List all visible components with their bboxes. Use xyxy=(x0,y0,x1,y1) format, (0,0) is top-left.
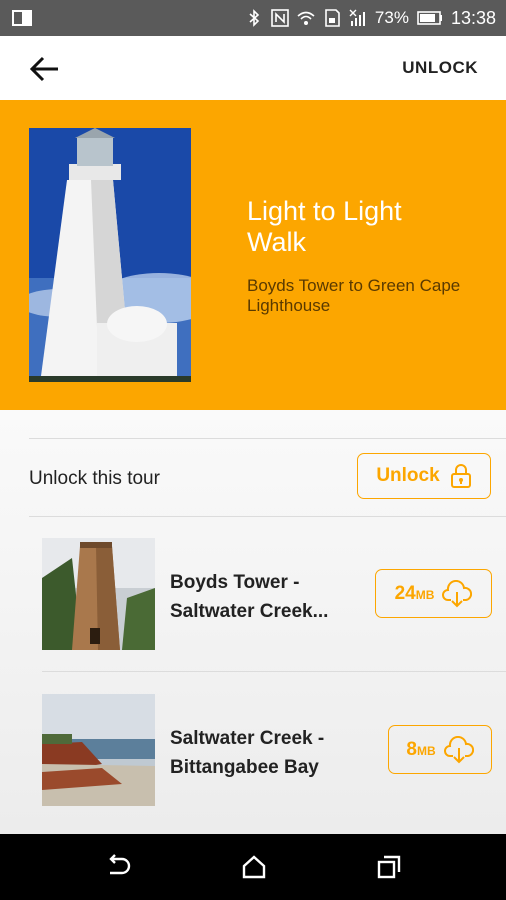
sd-card-icon xyxy=(325,9,340,27)
nfc-icon xyxy=(271,9,289,27)
cloud-download-icon xyxy=(442,579,473,607)
tour-stop-title-line2: Bittangabee Bay xyxy=(170,757,319,778)
back-icon[interactable] xyxy=(104,853,132,881)
no-signal-icon xyxy=(349,9,365,26)
tour-stop-title: Saltwater Creek - Bittangabee Bay xyxy=(170,724,360,782)
download-button[interactable]: 8MB xyxy=(388,725,492,774)
clock: 13:38 xyxy=(450,7,496,28)
tour-stop-item[interactable]: Boyds Tower - Saltwater Creek... 24MB xyxy=(42,538,492,650)
bluetooth-icon xyxy=(249,9,260,27)
unlock-button[interactable]: UNLOCK xyxy=(402,58,478,78)
divider xyxy=(42,671,506,672)
boyds-tower-thumbnail xyxy=(42,538,155,650)
tour-stop-title-line1: Boyds Tower - xyxy=(170,572,300,593)
screen-mirror-icon xyxy=(12,10,32,26)
download-unit: MB xyxy=(415,587,435,602)
download-size: 8 xyxy=(406,738,417,760)
unlock-tour-label: Unlock this tour xyxy=(29,468,160,489)
tour-title: Light to Light Walk xyxy=(247,196,402,257)
divider xyxy=(29,438,506,439)
saltwater-creek-thumbnail xyxy=(42,694,155,806)
cloud-download-icon xyxy=(443,735,474,763)
recent-apps-icon[interactable] xyxy=(375,853,403,881)
download-button[interactable]: 24MB xyxy=(375,569,492,618)
home-icon[interactable] xyxy=(240,853,268,881)
wifi-icon xyxy=(297,11,315,25)
tour-stop-title-line2: Saltwater Creek... xyxy=(170,601,329,622)
back-arrow-icon[interactable] xyxy=(28,54,62,84)
system-nav-bar xyxy=(0,834,506,900)
unlock-tour-button[interactable]: Unlock xyxy=(357,453,491,499)
tour-stop-item[interactable]: Saltwater Creek - Bittangabee Bay 8MB xyxy=(42,694,492,806)
download-size: 24 xyxy=(394,582,416,604)
battery-percent: 73% xyxy=(374,8,409,27)
status-bar: 73% 13:38 xyxy=(0,0,506,36)
app-bar: UNLOCK xyxy=(0,36,506,100)
battery-icon xyxy=(417,11,442,25)
lock-icon xyxy=(450,464,471,488)
tour-header: Light to Light Walk Boyds Tower to Green… xyxy=(0,100,506,410)
unlock-tour-button-label: Unlock xyxy=(376,465,440,486)
tour-stop-title: Boyds Tower - Saltwater Creek... xyxy=(170,568,360,626)
download-unit: MB xyxy=(416,743,436,758)
tour-stop-title-line1: Saltwater Creek - xyxy=(170,728,325,749)
tour-subtitle: Boyds Tower to Green Cape Lighthouse xyxy=(247,276,461,315)
divider xyxy=(29,516,506,517)
tour-content: Unlock this tour Unlock Boyds Tower - Sa… xyxy=(0,410,506,834)
lighthouse-image xyxy=(29,128,191,382)
